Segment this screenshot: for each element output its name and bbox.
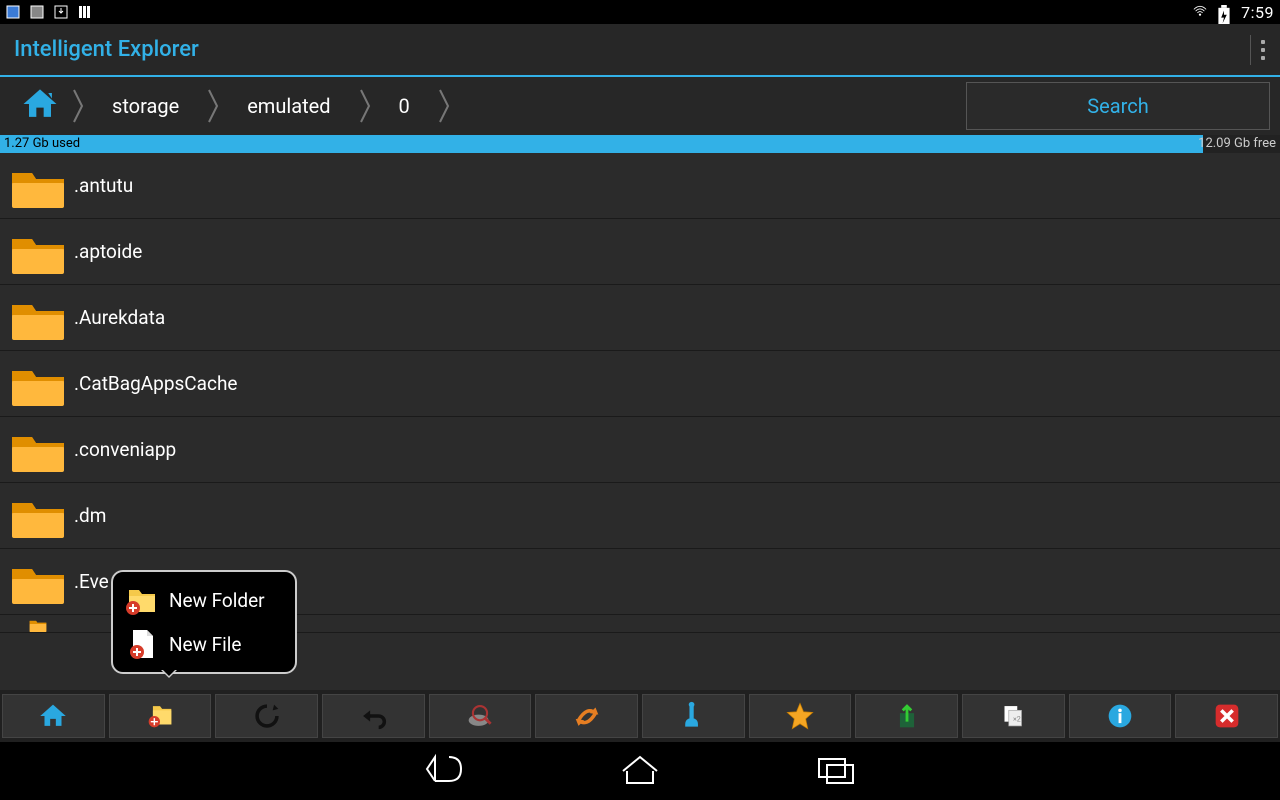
nav-back-button[interactable] (421, 751, 467, 791)
tool-search-drive-button[interactable] (429, 694, 532, 738)
file-list[interactable]: .antutu .aptoide .Aurekdata .CatBagAppsC… (0, 153, 1280, 690)
popup-new-file[interactable]: New File (117, 622, 291, 666)
file-name: .CatBagAppsCache (74, 372, 238, 395)
folder-icon (8, 491, 68, 541)
tool-sync-button[interactable] (535, 694, 638, 738)
tool-refresh-button[interactable] (215, 694, 318, 738)
breadcrumb-sep-icon (68, 86, 88, 126)
search-label: Search (1087, 94, 1148, 118)
nav-recent-button[interactable] (813, 751, 859, 791)
popup-label: New File (169, 633, 241, 656)
file-name: .conveniapp (74, 438, 176, 461)
tool-home-button[interactable] (2, 694, 105, 738)
android-status-bar: 7:59 (0, 0, 1280, 24)
nav-home-button[interactable] (617, 751, 663, 791)
notif-icon-2 (30, 5, 44, 19)
notif-icon-1 (6, 5, 20, 19)
app-title: Intelligent Explorer (14, 37, 199, 62)
tool-undo-button[interactable] (322, 694, 425, 738)
folder-icon (8, 161, 68, 211)
storage-free-label: 12.09 Gb free (1198, 135, 1276, 153)
svg-text:×2: ×2 (1013, 715, 1021, 724)
storage-usage-bar: 1.27 Gb used 12.09 Gb free (0, 135, 1280, 153)
popup-new-folder[interactable]: New Folder (117, 578, 291, 622)
folder-icon (8, 617, 68, 633)
breadcrumb-0[interactable]: 0 (381, 94, 428, 118)
storage-used-label: 1.27 Gb used (4, 135, 80, 153)
file-name: .aptoide (74, 240, 142, 263)
file-row[interactable]: .Aurekdata (0, 285, 1280, 351)
tool-new-button[interactable] (109, 694, 212, 738)
search-button[interactable]: Search (966, 82, 1270, 130)
file-row[interactable]: .antutu (0, 153, 1280, 219)
new-item-popup: New Folder New File (111, 570, 297, 674)
android-nav-bar (0, 742, 1280, 800)
folder-icon (8, 557, 68, 607)
tool-select-button[interactable] (642, 694, 745, 738)
folder-icon (8, 293, 68, 343)
tool-close-button[interactable] (1175, 694, 1278, 738)
file-row[interactable]: .dm (0, 483, 1280, 549)
breadcrumb-bar: storage emulated 0 Search (0, 77, 1280, 135)
folder-icon (8, 425, 68, 475)
folder-icon (8, 359, 68, 409)
folder-icon (8, 227, 68, 277)
new-file-icon (123, 626, 159, 662)
breadcrumb-storage[interactable]: storage (94, 94, 197, 118)
file-name: .antutu (74, 174, 133, 197)
file-name: .Eve (74, 570, 109, 593)
battery-charging-icon (1217, 5, 1231, 19)
tool-info-button[interactable] (1069, 694, 1172, 738)
file-name: .Aurekdata (74, 306, 165, 329)
popup-label: New Folder (169, 589, 265, 612)
tool-copy-button[interactable]: ×2 (962, 694, 1065, 738)
breadcrumb-sep-icon (355, 86, 375, 126)
bottom-toolbar: ×2 (0, 690, 1280, 742)
file-name: .dm (74, 504, 106, 527)
breadcrumb-home-button[interactable] (18, 82, 62, 130)
overflow-menu-button[interactable] (1250, 35, 1266, 65)
tool-favorite-button[interactable] (749, 694, 852, 738)
breadcrumb-emulated[interactable]: emulated (229, 94, 348, 118)
download-icon (54, 5, 68, 19)
app-title-bar: Intelligent Explorer (0, 24, 1280, 77)
file-row[interactable]: .CatBagAppsCache (0, 351, 1280, 417)
new-folder-icon (123, 582, 159, 618)
breadcrumb-sep-icon (203, 86, 223, 126)
notif-icon-4 (78, 5, 92, 19)
tool-upload-button[interactable] (855, 694, 958, 738)
status-clock: 7:59 (1241, 3, 1274, 22)
wifi-icon (1193, 5, 1207, 19)
file-row[interactable]: .conveniapp (0, 417, 1280, 483)
breadcrumb-sep-icon (434, 86, 454, 126)
file-row[interactable]: .aptoide (0, 219, 1280, 285)
